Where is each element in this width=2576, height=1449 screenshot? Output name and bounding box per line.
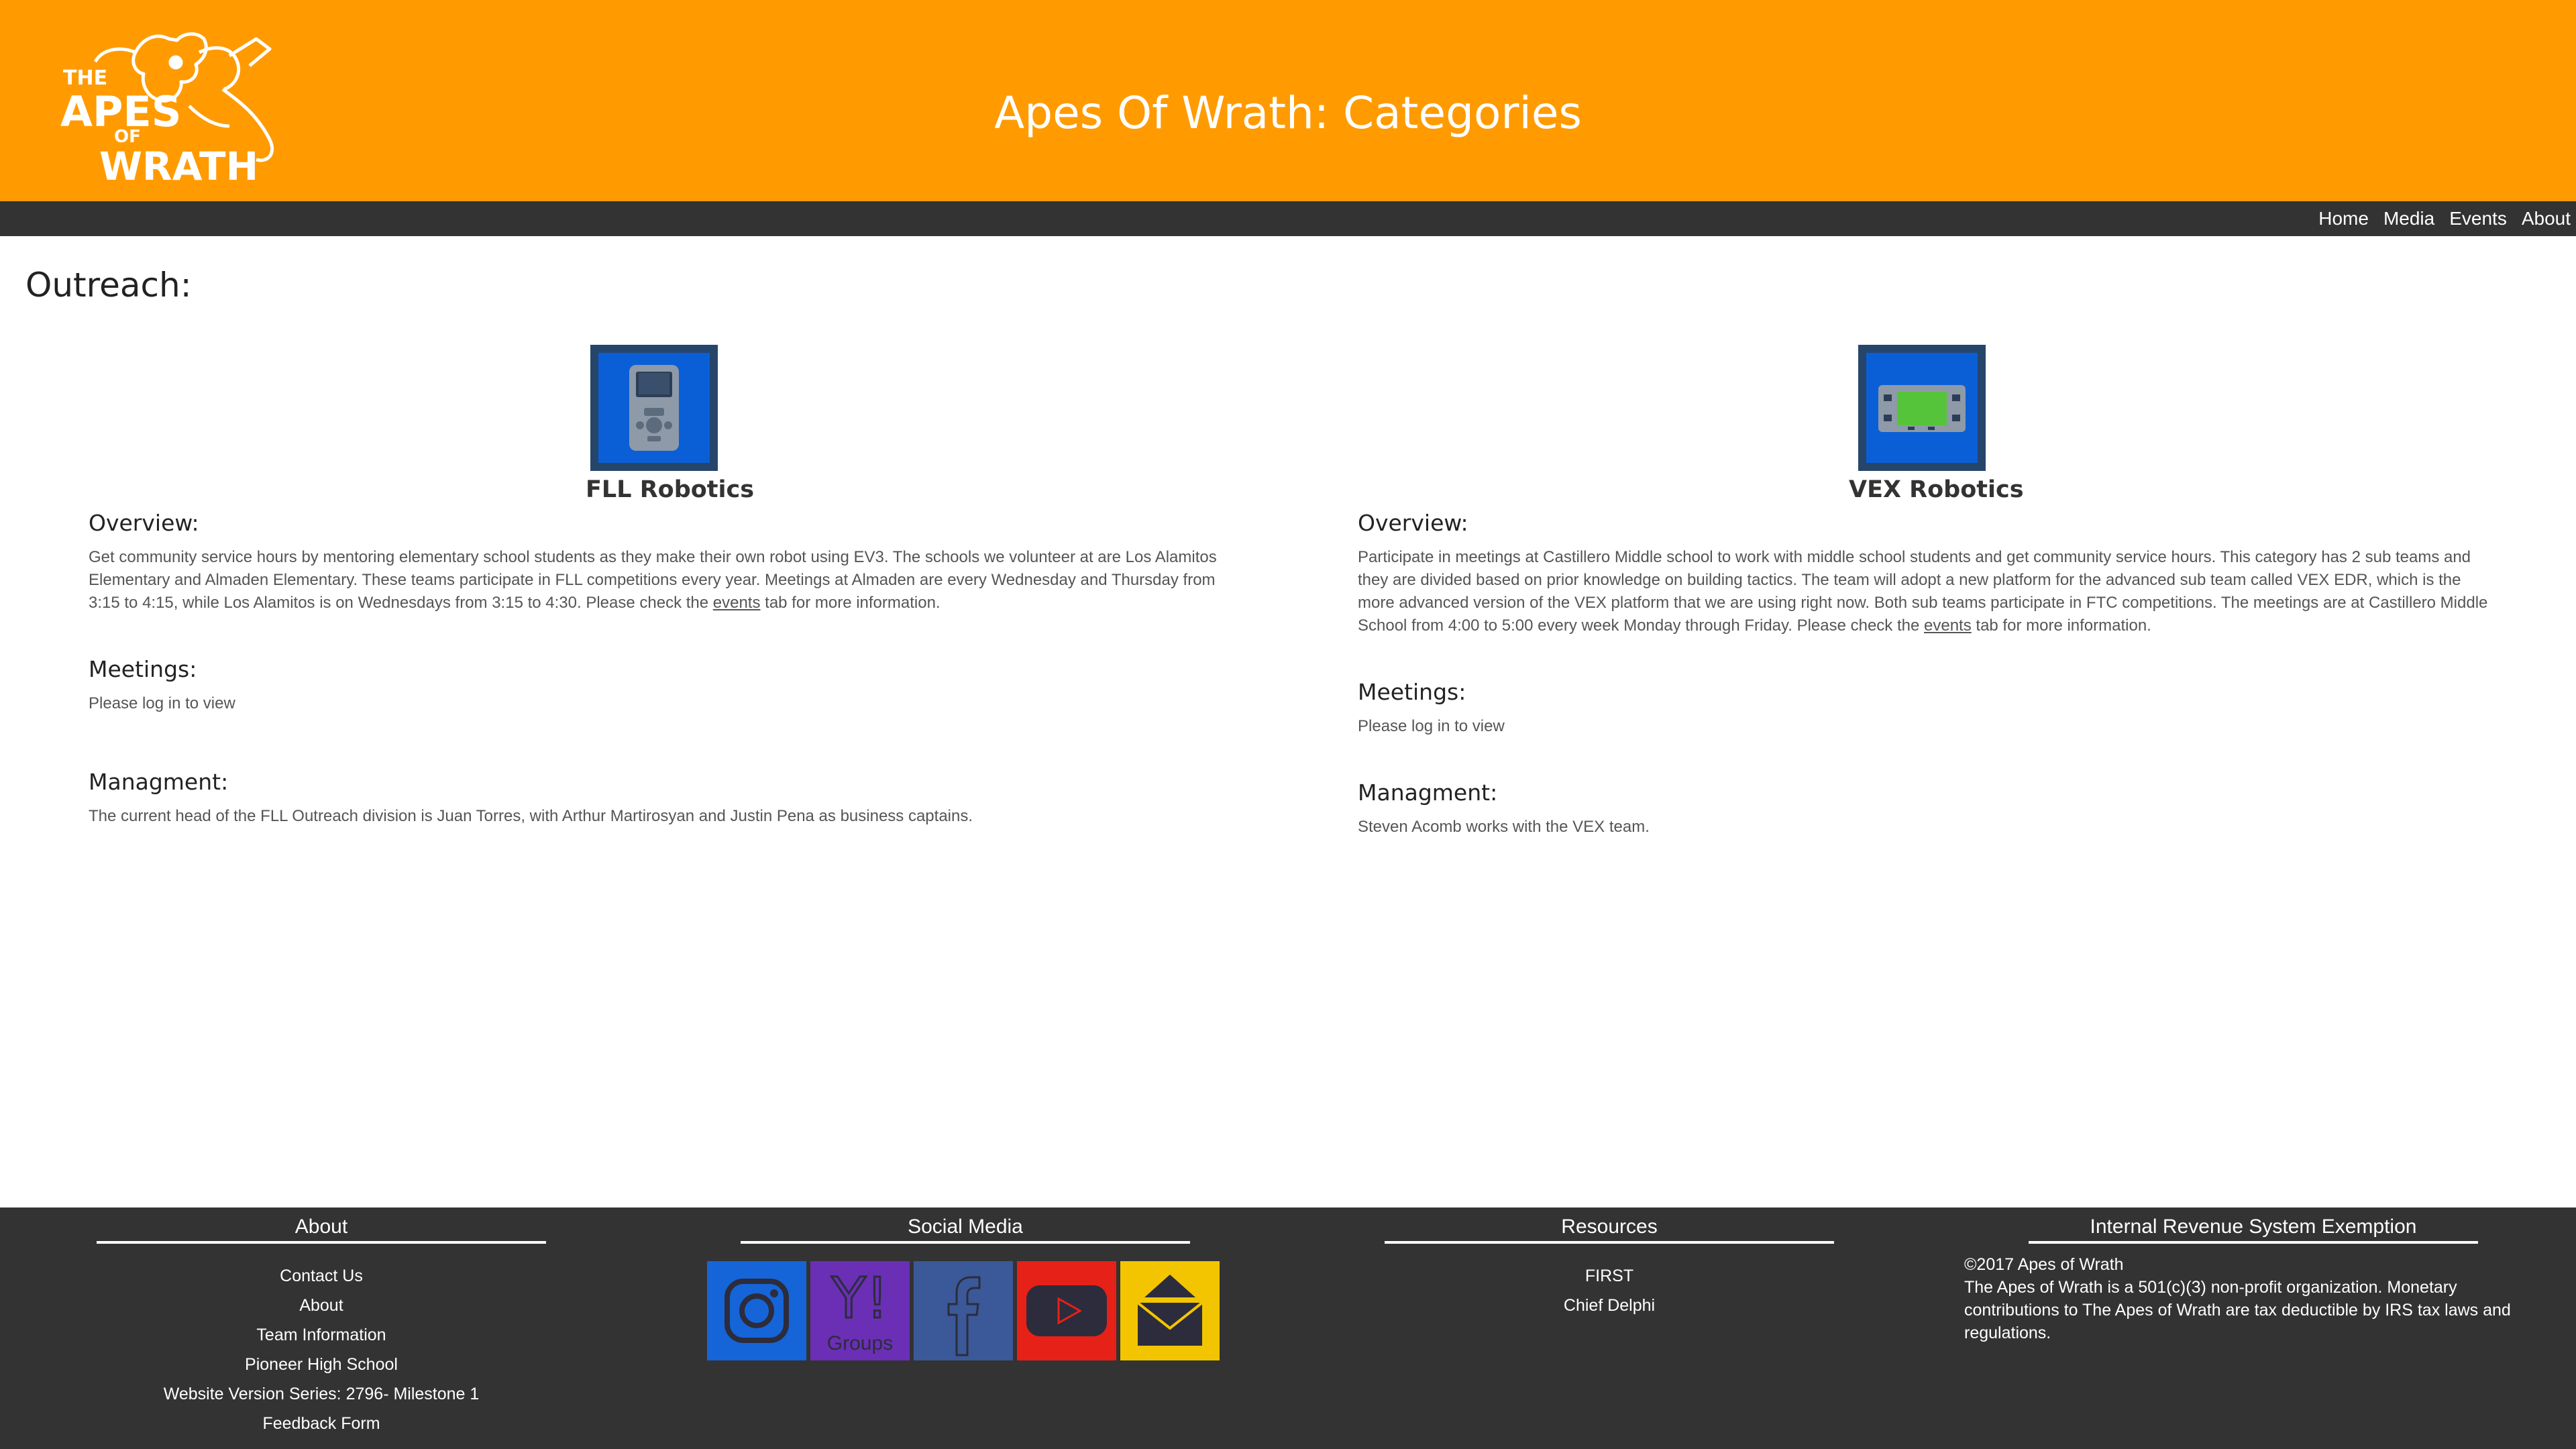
logo-text-the: THE [63, 66, 107, 90]
overview-text: Get community service hours by mentoring… [89, 548, 1217, 612]
footer-irs-heading: Internal Revenue System Exemption [2029, 1216, 2478, 1244]
top-navbar: Home Media Events About [0, 201, 2576, 236]
svg-text:Y!: Y! [831, 1265, 889, 1331]
vex-brain-icon[interactable] [1858, 345, 1986, 471]
overview-text: Participate in meetings at Castillero Mi… [1358, 548, 2488, 635]
meetings-text: Please log in to view [1358, 717, 1505, 735]
youtube-icon[interactable] [1017, 1261, 1116, 1360]
nav-about[interactable]: About [2522, 208, 2571, 229]
footer-about-heading: About [97, 1216, 546, 1244]
nav-events[interactable]: Events [2449, 208, 2507, 229]
management-heading: Managment: [89, 769, 229, 795]
page-title: Apes Of Wrath: Categories [994, 87, 1582, 139]
yahoo-groups-icon[interactable]: Y! Groups [810, 1261, 910, 1360]
site-footer: About Contact Us About Team Information … [0, 1208, 2576, 1449]
nonprofit-statement: The Apes of Wrath is a 501(c)(3) non-pro… [1964, 1278, 2511, 1342]
footer-link-first[interactable]: FIRST [1385, 1261, 1834, 1291]
section-title: Outreach: [25, 266, 192, 305]
copyright-text: ©2017 Apes of Wrath [1964, 1255, 2124, 1274]
management-heading: Managment: [1358, 780, 1498, 806]
events-link[interactable]: events [713, 594, 761, 612]
meetings-heading: Meetings: [1358, 679, 1466, 705]
footer-link-pioneer-high-school[interactable]: Pioneer High School [97, 1350, 546, 1379]
instagram-icon[interactable] [707, 1261, 806, 1360]
email-icon[interactable] [1120, 1261, 1220, 1360]
meetings-heading: Meetings: [89, 656, 197, 682]
footer-resources-heading: Resources [1385, 1216, 1834, 1244]
overview-heading: Overview: [89, 510, 199, 536]
card-title: FLL Robotics [586, 476, 755, 503]
nav-home[interactable]: Home [2318, 208, 2369, 229]
ev3-brick-icon[interactable] [590, 345, 718, 471]
nav-media[interactable]: Media [2383, 208, 2434, 229]
logo-text-wrath: WRATH [99, 144, 258, 186]
irs-exemption-text: ©2017 Apes of Wrath The Apes of Wrath is… [1964, 1253, 2541, 1344]
meetings-text: Please log in to view [89, 694, 235, 712]
events-link[interactable]: events [1924, 616, 1972, 635]
yahoo-groups-label: Groups [827, 1332, 893, 1354]
management-text: The current head of the FLL Outreach div… [89, 807, 973, 825]
management-text: Steven Acomb works with the VEX team. [1358, 818, 1650, 836]
overview-heading: Overview: [1358, 510, 1468, 536]
footer-link-contact-us[interactable]: Contact Us [97, 1261, 546, 1291]
footer-link-feedback-form[interactable]: Feedback Form [97, 1409, 546, 1438]
card-title: VEX Robotics [1849, 476, 2024, 503]
footer-link-chief-delphi[interactable]: Chief Delphi [1385, 1291, 1834, 1320]
facebook-icon[interactable] [914, 1261, 1013, 1360]
footer-link-about[interactable]: About [97, 1291, 546, 1320]
footer-social-heading: Social Media [741, 1216, 1190, 1244]
site-header: THE APES OF WRATH Apes Of Wrath: Categor… [0, 0, 2576, 201]
footer-link-team-information[interactable]: Team Information [97, 1320, 546, 1350]
footer-website-version[interactable]: Website Version Series: 2796- Milestone … [97, 1379, 546, 1409]
